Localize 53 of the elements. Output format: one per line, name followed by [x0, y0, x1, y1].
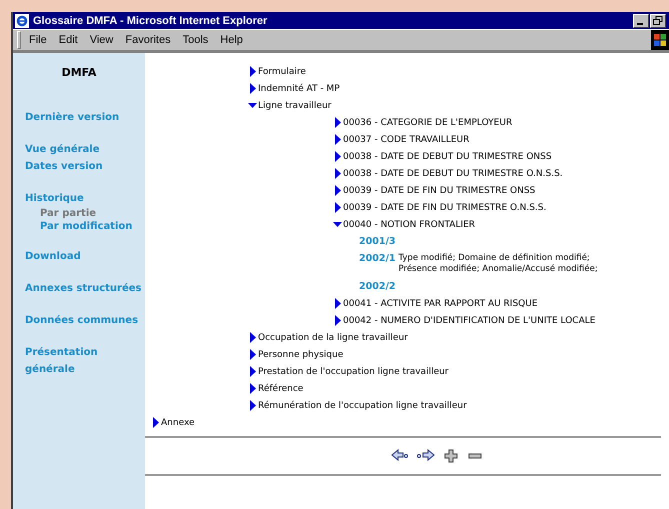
collapsed-triangle-icon[interactable]	[248, 400, 257, 411]
minimize-button[interactable]	[633, 14, 649, 28]
menu-item[interactable]: View	[90, 34, 114, 46]
tree-item[interactable]: 00038 - DATE DE DEBUT DU TRIMESTRE O.N.S.S.	[343, 168, 563, 178]
collapsed-triangle-icon[interactable]	[248, 66, 257, 77]
tree-item[interactable]: 00040 - NOTION FRONTALIER	[343, 220, 476, 230]
tree-item[interactable]: 00037 - CODE TRAVAILLEUR	[343, 134, 470, 144]
collapsed-triangle-icon[interactable]	[248, 332, 257, 343]
version-link[interactable]: 2002/2	[359, 281, 396, 292]
tree-item[interactable]: Prestation de l'occupation ligne travailleur	[258, 366, 449, 376]
tree-item[interactable]: Rémunération de l'occupation ligne travailleur	[258, 400, 467, 410]
tree-item[interactable]: 00038 - DATE DE DEBUT DU TRIMESTRE ONSS	[343, 152, 552, 162]
menu-item[interactable]: Help	[220, 34, 243, 46]
collapsed-triangle-icon[interactable]	[248, 383, 257, 394]
collapsed-triangle-icon[interactable]	[333, 117, 342, 128]
menu-item[interactable]: Favorites	[125, 34, 171, 46]
back-arrow-icon[interactable]	[391, 449, 409, 463]
windows-logo-icon	[651, 30, 669, 50]
plus-icon[interactable]	[443, 449, 459, 463]
sidebar-title: DMFA	[60, 66, 98, 79]
collapsed-triangle-icon[interactable]	[333, 298, 342, 309]
forward-arrow-icon[interactable]	[417, 449, 435, 463]
tree-item[interactable]: 00039 - DATE DE FIN DU TRIMESTRE ONSS	[343, 186, 536, 196]
menu-item[interactable]: Tools	[182, 34, 208, 46]
tree-item[interactable]: Formulaire	[258, 66, 306, 76]
version-link[interactable]: 2002/1	[359, 253, 396, 264]
tree-item[interactable]: Indemnité AT - MP	[258, 84, 340, 94]
collapsed-triangle-icon[interactable]	[248, 366, 257, 377]
collapsed-triangle-icon[interactable]	[333, 151, 342, 162]
tree-item[interactable]: 00036 - CATEGORIE DE L'EMPLOYEUR	[343, 118, 512, 128]
collapsed-triangle-icon[interactable]	[333, 185, 342, 196]
version-link[interactable]: 2001/3	[359, 236, 396, 247]
tree-item[interactable]: 00042 - NUMERO D'IDENTIFICATION DE L'UNITE LOCALE	[343, 316, 596, 326]
collapsed-triangle-icon[interactable]	[333, 315, 342, 326]
collapsed-triangle-icon[interactable]	[333, 134, 342, 145]
collapsed-triangle-icon[interactable]	[151, 417, 160, 428]
tree-item[interactable]: 00039 - DATE DE FIN DU TRIMESTRE O.N.S.S.	[343, 202, 546, 212]
tree-item[interactable]: Ligne travailleur	[258, 100, 332, 110]
tree-item[interactable]: Occupation de la ligne travailleur	[258, 332, 408, 342]
menu-item[interactable]: File	[29, 34, 47, 46]
tree-item[interactable]: Annexe	[161, 418, 195, 428]
sidebar-link[interactable]: Par partie	[40, 207, 96, 220]
tree-item[interactable]: Personne physique	[258, 350, 344, 360]
change-note: Type modifié; Domaine de définition modifié; Présence modifiée; Anomalie/Accusé modifiée;	[398, 253, 599, 275]
collapsed-triangle-icon[interactable]	[248, 83, 257, 94]
collapsed-triangle-icon[interactable]	[333, 168, 342, 179]
tree-item[interactable]: 00041 - ACTIVITE PAR RAPPORT AU RISQUE	[343, 298, 538, 308]
restore-button[interactable]	[650, 14, 666, 28]
collapsed-triangle-icon[interactable]	[248, 349, 257, 360]
tree-item[interactable]: Référence	[258, 384, 304, 394]
menu-item[interactable]: Edit	[58, 34, 78, 46]
collapsed-triangle-icon[interactable]	[333, 202, 342, 213]
window-title: Glossaire DMFA - Microsoft Internet Explorer	[33, 14, 268, 26]
